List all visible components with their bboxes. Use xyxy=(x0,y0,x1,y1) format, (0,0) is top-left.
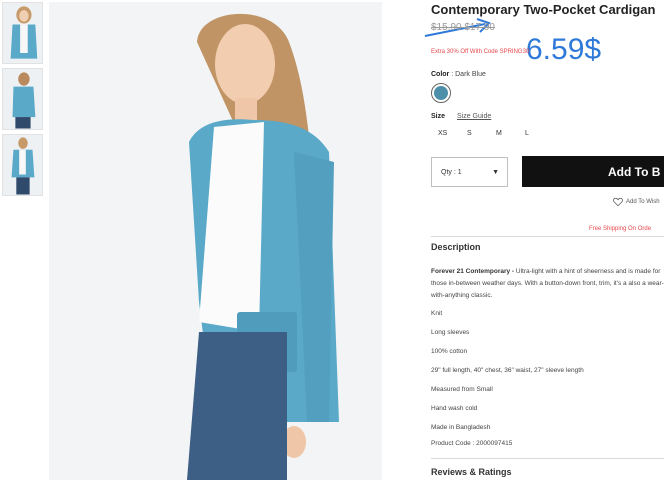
thumbnail-1[interactable] xyxy=(2,2,43,64)
thumbnail-3[interactable] xyxy=(2,134,43,196)
thumbnail-strip xyxy=(2,2,43,200)
add-to-wishlist-link[interactable]: Add To Wish xyxy=(613,197,660,207)
size-option-xs[interactable]: XS xyxy=(438,130,467,137)
spec-item: 29" full length, 40" chest, 36" waist, 2… xyxy=(431,367,584,374)
swatch-fill xyxy=(434,86,448,100)
product-info: Contemporary Two-Pocket Cardigan $15.90 … xyxy=(431,0,664,482)
color-row: Color : Dark Blue xyxy=(431,71,486,78)
spec-item: Knit xyxy=(431,310,443,317)
wishlist-label: Add To Wish xyxy=(626,199,660,205)
color-value: Dark Blue xyxy=(455,71,486,78)
heart-outline-icon xyxy=(613,197,623,207)
spec-item: Hand wash cold xyxy=(431,405,478,412)
product-title: Contemporary Two-Pocket Cardigan xyxy=(431,2,656,17)
original-price: $15.90 $17.90 xyxy=(431,22,495,33)
add-to-bag-button[interactable]: Add To B xyxy=(522,156,664,187)
spec-item: Long sleeves xyxy=(431,329,470,336)
spec-item: 100% cotton xyxy=(431,348,468,355)
color-swatch-dark-blue[interactable] xyxy=(431,83,451,103)
size-label: Size xyxy=(431,113,446,120)
description-brand: Forever 21 Contemporary - xyxy=(431,268,515,275)
size-option-m[interactable]: M xyxy=(496,130,525,137)
promo-text: Extra 30% Off With Code SPRING30 xyxy=(431,49,530,55)
thumbnail-image-2 xyxy=(3,69,42,129)
spec-item: Measured from Small xyxy=(431,386,493,393)
caret-down-icon: ▼ xyxy=(492,168,499,176)
spec-item: Made in Bangladesh xyxy=(431,424,491,431)
description-body: Forever 21 Contemporary - Ultra-light wi… xyxy=(431,266,664,302)
thumbnail-2[interactable] xyxy=(2,68,43,130)
size-option-s[interactable]: S xyxy=(467,130,496,137)
product-main-image xyxy=(49,2,382,480)
free-shipping-text: Free Shipping On Orde xyxy=(589,226,652,232)
description-heading: Description xyxy=(431,242,481,252)
divider-top xyxy=(431,236,664,237)
product-code: Product Code : 2000097415 xyxy=(431,440,513,447)
quantity-select[interactable]: Qty : 1 ▼ xyxy=(431,157,508,187)
divider-bottom xyxy=(431,458,664,459)
quantity-value: Qty : 1 xyxy=(441,168,462,176)
reviews-heading[interactable]: Reviews & Ratings xyxy=(431,467,512,477)
thumbnail-image-3 xyxy=(3,135,42,195)
color-label: Color xyxy=(431,71,450,78)
thumbnail-image-1 xyxy=(3,3,42,63)
model-photo xyxy=(49,2,382,480)
size-option-l[interactable]: L xyxy=(525,130,554,137)
size-options: XS S M L xyxy=(438,130,554,137)
size-guide-link[interactable]: Size Guide xyxy=(457,113,491,120)
